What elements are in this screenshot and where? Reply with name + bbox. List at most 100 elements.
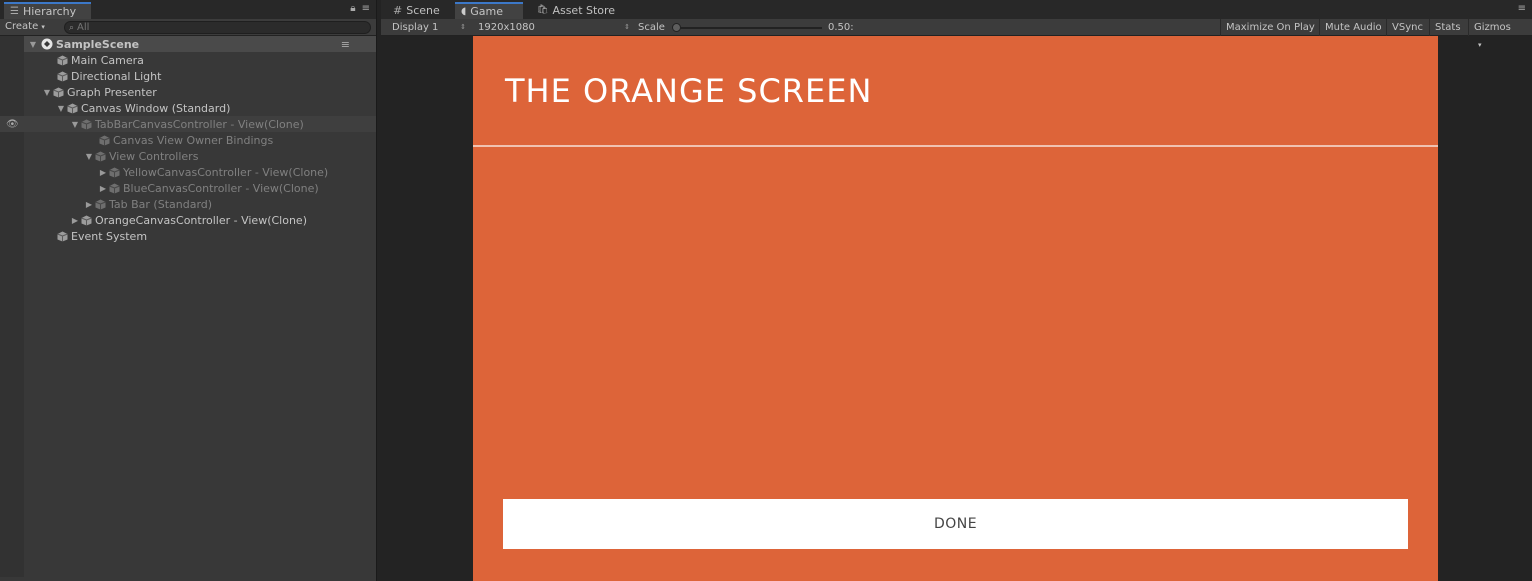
gameobject-cube-icon [109,167,120,178]
gameview-panel-tools: ≡ [1518,3,1526,14]
hierarchy-item[interactable]: ▼ Canvas Window (Standard) [0,100,376,116]
expand-arrow-icon[interactable]: ▶ [70,216,80,225]
gameobject-cube-icon [67,103,78,114]
panel-menu-icon[interactable]: ≡ [362,3,370,14]
hierarchy-item[interactable]: Main Camera [0,52,376,68]
expand-arrow-icon[interactable]: ▶ [84,200,94,209]
game-view-tabstrip: # Scene ◖ Game 🛍︎ Asset Store ≡ [381,0,1532,19]
tab-scene[interactable]: # Scene [387,2,446,19]
tab-scene-label: Scene [406,4,440,17]
hierarchy-item[interactable]: 👁︎ ▼ TabBarCanvasController - View(Clone… [0,116,376,132]
hierarchy-tabstrip: ☰ Hierarchy 🔒︎ ≡ [0,0,376,19]
panel-menu-icon[interactable]: ≡ [1518,3,1526,14]
tab-asset-store-label: Asset Store [552,4,616,17]
stats-toggle[interactable]: Stats [1429,19,1466,36]
game-render-orange-screen: THE ORANGE SCREEN DONE [473,36,1438,581]
gameobject-cube-icon [109,183,120,194]
game-view-panel: # Scene ◖ Game 🛍︎ Asset Store ≡ Display … [381,0,1532,581]
expand-arrow-icon[interactable]: ▼ [84,152,94,161]
eye-icon[interactable]: 👁︎ [6,119,19,130]
done-button[interactable]: DONE [503,499,1408,549]
create-dropdown[interactable]: Create ▾ [5,21,45,32]
gameobject-cube-icon [57,55,68,66]
list-icon: ☰ [10,6,19,17]
hierarchy-item-label: YellowCanvasController - View(Clone) [123,165,329,179]
hierarchy-item[interactable]: Canvas View Owner Bindings [0,132,376,148]
pacman-icon: ◖ [461,6,467,17]
grid-icon: # [393,4,403,17]
display-label: Display 1 [392,22,439,33]
hierarchy-item-label: TabBarCanvasController - View(Clone) [95,117,304,131]
scale-value: 0.50: [828,22,854,33]
vsync-toggle[interactable]: VSync [1386,19,1428,36]
hierarchy-item[interactable]: ▼ View Controllers [0,148,376,164]
hierarchy-toolbar: Create ▾ ⌕ [0,19,376,36]
hierarchy-item-label: Event System [71,229,148,243]
tab-game-label: Game [470,5,504,18]
search-input[interactable] [77,22,358,33]
hierarchy-item-label: OrangeCanvasController - View(Clone) [95,213,307,227]
expand-arrow-icon[interactable]: ▶ [98,184,108,193]
gameobject-cube-icon [95,199,106,210]
chevron-down-icon: ▾ [1478,41,1482,49]
hierarchy-panel: ☰ Hierarchy 🔒︎ ≡ Create ▾ ⌕ ▼ SampleScen… [0,0,377,581]
scale-slider-handle[interactable] [672,23,681,32]
hierarchy-item-label: Tab Bar (Standard) [109,197,213,211]
game-view-toolbar: Display 1 ⇕ 1920x1080 ⇕ Scale 0.50: Maxi… [381,19,1532,49]
chevron-down-icon: ▾ [41,23,45,31]
hierarchy-search: ⌕ [64,21,371,34]
expand-arrow-icon[interactable]: ▼ [56,104,66,113]
gameobject-cube-icon [95,151,106,162]
gameobject-cube-icon [53,87,64,98]
gizmos-label: Gizmos [1474,22,1511,33]
scale-label: Scale [638,22,665,33]
hierarchy-panel-tools: 🔒︎ ≡ [350,3,370,14]
gameobject-cube-icon [81,119,92,130]
expand-arrow-icon[interactable]: ▼ [70,120,80,129]
create-label: Create [5,21,39,32]
maximize-on-play-toggle[interactable]: Maximize On Play [1220,19,1320,36]
tab-hierarchy-label: Hierarchy [22,5,77,18]
screen-title: THE ORANGE SCREEN [505,72,873,110]
display-dropdown[interactable]: Display 1 ⇕ [392,21,466,34]
expand-arrow-icon[interactable]: ▼ [28,40,38,49]
search-icon: ⌕ [69,22,75,33]
tab-asset-store[interactable]: 🛍︎ Asset Store [531,2,621,19]
scene-menu-icon[interactable]: ≡ [341,38,350,51]
hierarchy-item-label: BlueCanvasController - View(Clone) [123,181,319,195]
updown-icon: ⇕ [624,23,630,31]
hierarchy-item-label: Graph Presenter [67,85,157,99]
unity-logo-icon [41,38,53,50]
updown-icon: ⇕ [460,23,466,31]
hierarchy-item-label: Main Camera [71,53,144,67]
gameobject-cube-icon [81,215,92,226]
hierarchy-item-label: Canvas View Owner Bindings [113,133,274,147]
gameobject-cube-icon [57,231,68,242]
mute-audio-toggle[interactable]: Mute Audio [1319,19,1387,36]
tab-game[interactable]: ◖ Game [455,2,523,19]
hierarchy-item-label: View Controllers [109,149,199,163]
hierarchy-item[interactable]: ▶ BlueCanvasController - View(Clone) [0,180,376,196]
scale-slider-track[interactable] [676,27,822,29]
scene-row[interactable]: ▼ SampleScene ≡ [24,36,376,52]
expand-arrow-icon[interactable]: ▼ [42,88,52,97]
hierarchy-item[interactable]: ▶ Tab Bar (Standard) [0,196,376,212]
lock-icon[interactable]: 🔒︎ [350,3,355,14]
hierarchy-item-label: Directional Light [71,69,162,83]
gameobject-cube-icon [99,135,110,146]
scene-name: SampleScene [56,37,140,51]
resolution-dropdown[interactable]: 1920x1080 ⇕ [478,21,630,34]
resolution-label: 1920x1080 [478,22,535,33]
expand-arrow-icon[interactable]: ▶ [98,168,108,177]
tab-hierarchy[interactable]: ☰ Hierarchy [4,2,91,19]
gizmos-dropdown[interactable]: Gizmos ▾ [1468,19,1524,49]
hierarchy-item[interactable]: ▼ Graph Presenter [0,84,376,100]
hierarchy-item[interactable]: ▶ YellowCanvasController - View(Clone) [0,164,376,180]
hierarchy-item-label: Canvas Window (Standard) [81,101,231,115]
hierarchy-item[interactable]: Directional Light [0,68,376,84]
bag-icon: 🛍︎ [537,5,549,15]
hierarchy-item[interactable]: Event System [0,228,376,244]
hierarchy-item[interactable]: ▶ OrangeCanvasController - View(Clone) [0,212,376,228]
title-divider [473,145,1438,147]
gameobject-cube-icon [57,71,68,82]
